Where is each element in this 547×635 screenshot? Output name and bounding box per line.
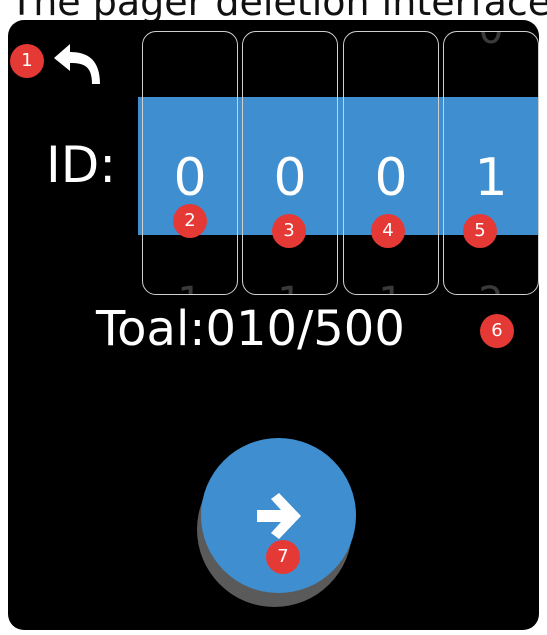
undo-arrow-icon [54,44,100,84]
reel-digit: 0 [374,148,408,208]
back-button[interactable] [50,36,108,94]
id-label: ID: [46,136,117,194]
reel-next-digit: 1 [143,282,237,294]
callout-marker-reel-1: 2 [173,204,207,238]
callout-marker-total: 6 [480,314,514,348]
reel-next-digit: 1 [243,282,337,294]
digit-reel-3[interactable]: 0 1 [343,31,439,295]
reel-digit: 0 [173,148,207,208]
callout-marker-back: 1 [10,44,44,78]
page-caption: The pager deletion interface [10,0,547,22]
reel-digit: 1 [474,148,508,208]
total-count: Toal:010/500 [96,301,405,357]
callout-marker-reel-4: 5 [463,214,497,248]
reel-next-digit: 1 [344,282,438,294]
digit-reel-1[interactable]: 0 1 [142,31,238,295]
digit-reel-2[interactable]: 0 1 [242,31,338,295]
digit-reel-4[interactable]: 0 1 2 [443,31,539,295]
reel-next-digit: 2 [444,282,538,294]
callout-marker-confirm: 7 [266,540,300,574]
callout-marker-reel-3: 4 [371,214,405,248]
arrow-right-icon [257,493,301,539]
device-screen: ID: 0 1 0 1 0 1 0 1 2 Toal:010/500 1 2 3… [8,20,539,630]
reel-digit: 0 [273,148,307,208]
callout-marker-reel-2: 3 [272,214,306,248]
reel-prev-digit: 0 [444,32,538,50]
